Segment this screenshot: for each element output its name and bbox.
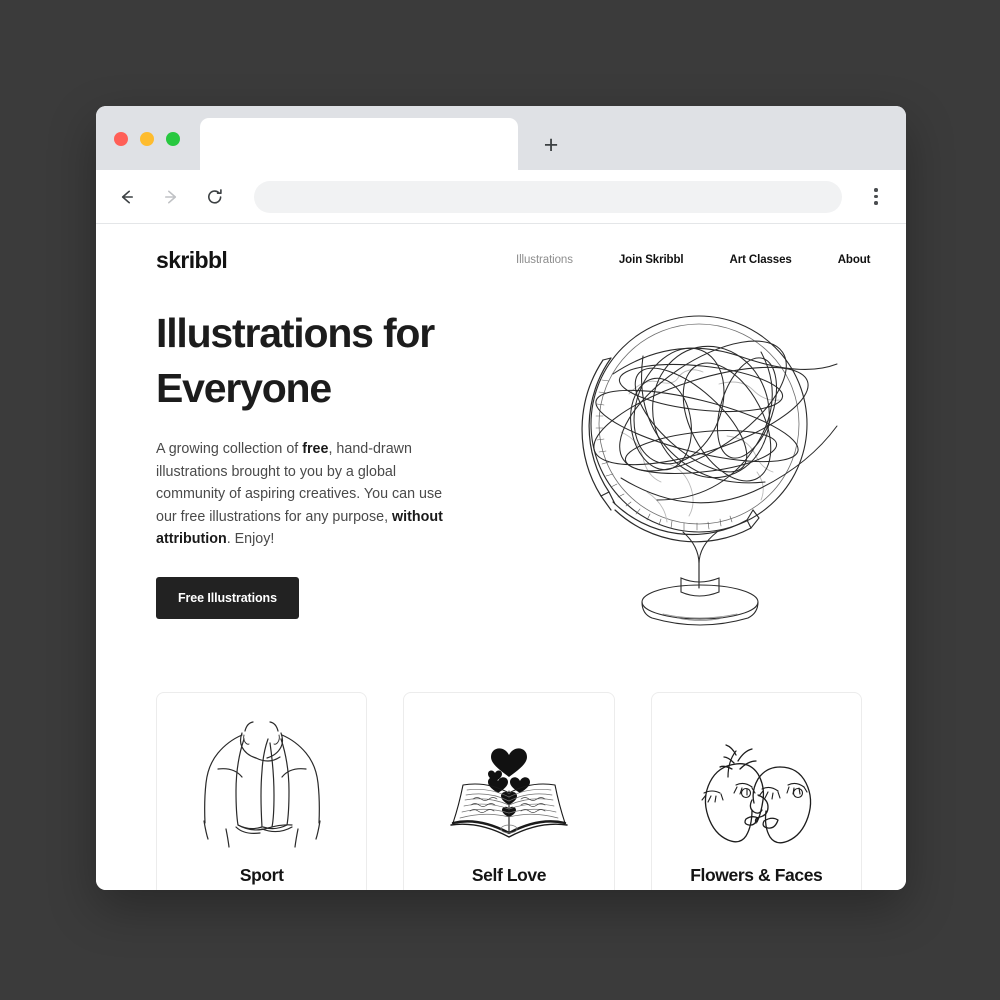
hero-paragraph-part-3: . Enjoy! <box>226 531 275 547</box>
hero-paragraph-bold-1: free <box>302 441 329 457</box>
category-card-title: Sport <box>239 865 284 885</box>
new-tab-button[interactable]: + <box>536 130 566 160</box>
towel-torso-illustration <box>182 717 342 857</box>
close-window-button[interactable] <box>114 132 128 146</box>
hero-paragraph-part-1: A growing collection of <box>156 441 303 457</box>
hero-text-block: Illustrations for Everyone A growing col… <box>156 306 496 619</box>
site-navigation: Illustrations Join Skribbl Art Classes A… <box>516 224 906 296</box>
arrow-right-icon <box>165 190 177 203</box>
arrow-left-icon <box>121 190 133 203</box>
window-controls <box>114 132 180 146</box>
globe-illustration <box>551 296 851 626</box>
screenshot-root: + skribbl Illustrations Join Skribbl Art… <box>0 0 1000 1000</box>
free-illustrations-button[interactable]: Free Illustrations <box>156 576 299 619</box>
browser-menu-button[interactable] <box>858 179 894 215</box>
back-button[interactable] <box>110 180 144 214</box>
category-card-flowers-faces[interactable]: Flowers & Faces <box>650 692 862 890</box>
hero-title-line-2: Everyone <box>156 365 332 411</box>
category-cards: Sport Self Love Flowers & Faces <box>156 692 862 890</box>
site-header: skribbl Illustrations Join Skribbl Art C… <box>96 224 906 296</box>
open-book-hearts-icon <box>450 748 568 838</box>
reload-button[interactable] <box>198 180 232 214</box>
web-page: skribbl Illustrations Join Skribbl Art C… <box>96 224 906 890</box>
kebab-dot <box>874 201 878 205</box>
hero-section: Illustrations for Everyone A growing col… <box>96 296 906 696</box>
page-title: Illustrations for Everyone <box>156 306 496 416</box>
url-input[interactable] <box>254 180 842 213</box>
two-faces-icon <box>701 744 812 844</box>
plus-icon: + <box>543 130 559 159</box>
nav-item-join-skribbl[interactable]: Join Skribbl <box>619 254 684 266</box>
two-faces-illustration <box>676 717 836 857</box>
reload-icon <box>208 188 222 204</box>
browser-tab-strip: + <box>96 106 906 170</box>
kebab-dot <box>874 194 878 199</box>
towel-torso-icon <box>203 721 321 848</box>
category-card-sport[interactable]: Sport <box>156 692 368 890</box>
forward-button[interactable] <box>154 180 188 214</box>
hero-paragraph: A growing collection of free, hand-drawn… <box>156 438 466 551</box>
maximize-window-button[interactable] <box>166 132 180 146</box>
open-book-hearts-illustration <box>429 717 589 857</box>
nav-item-illustrations[interactable]: Illustrations <box>516 254 573 266</box>
category-card-title: Flowers & Faces <box>690 865 823 885</box>
category-card-self-love[interactable]: Self Love <box>403 692 615 890</box>
globe-icon <box>581 315 838 626</box>
minimize-window-button[interactable] <box>140 132 154 146</box>
site-logo[interactable]: skribbl <box>156 247 228 274</box>
category-card-title: Self Love <box>471 865 547 885</box>
browser-tab[interactable] <box>200 118 518 170</box>
browser-window: + skribbl Illustrations Join Skribbl Art… <box>96 106 906 890</box>
nav-item-art-classes[interactable]: Art Classes <box>730 254 792 266</box>
browser-toolbar <box>96 170 906 224</box>
kebab-dot <box>874 188 878 192</box>
nav-item-about[interactable]: About <box>838 254 871 266</box>
hero-title-line-1: Illustrations for <box>156 310 435 356</box>
